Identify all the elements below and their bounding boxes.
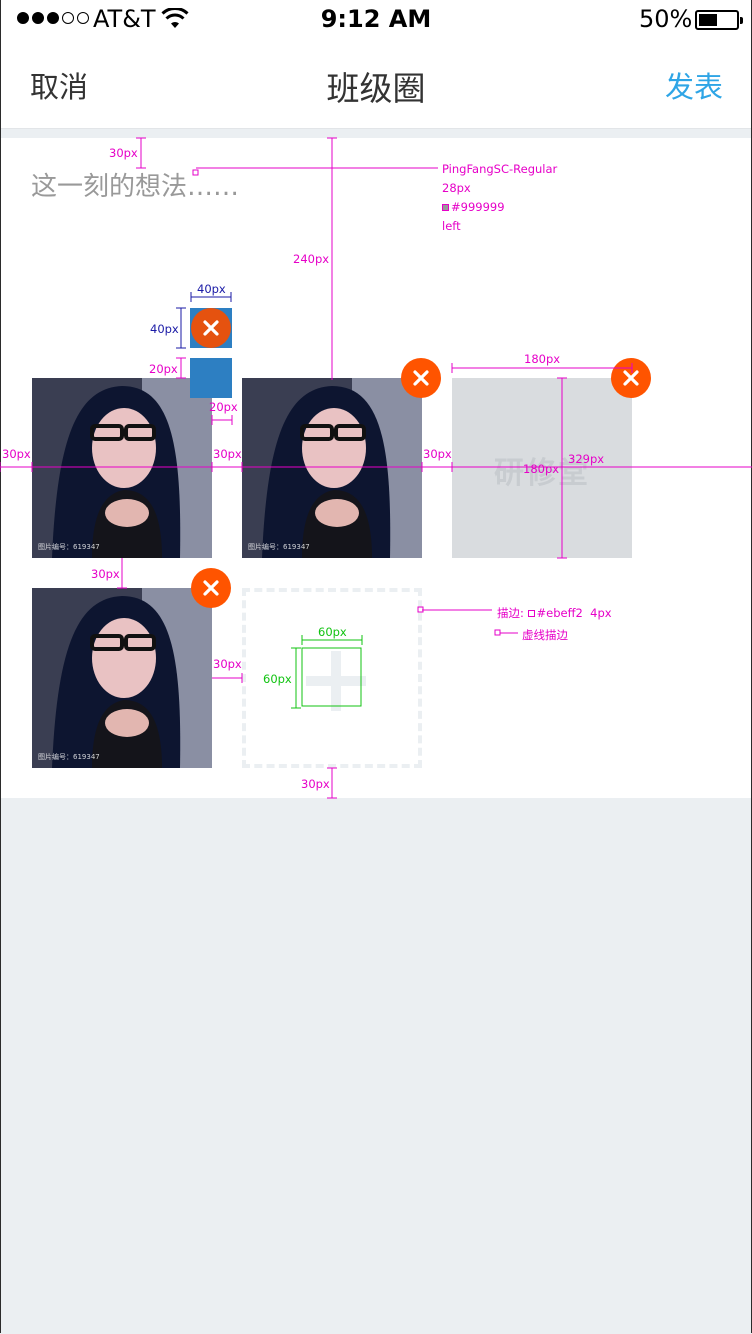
close-icon <box>203 320 219 336</box>
spec-stroke-width: 4px <box>590 606 612 620</box>
spec-stroke: 描边: #ebeff2 4px <box>497 605 612 621</box>
navigation-bar: 取消 班级圈 发表 <box>1 40 751 129</box>
portrait-image <box>32 588 212 768</box>
spec-label: 60px <box>318 625 347 639</box>
spec-label: 30px <box>213 447 242 461</box>
photo-thumbnail[interactable]: 图片编号：619347 <box>32 378 212 558</box>
spec-label: 20px <box>209 400 238 414</box>
portrait-image <box>32 378 212 558</box>
spec-label: 40px <box>150 322 179 336</box>
spec-label: 60px <box>263 672 292 686</box>
spec-label: 30px <box>423 447 452 461</box>
watermark-text: 图片编号：619347 <box>38 753 100 761</box>
status-bar: AT&T 9:12 AM 50% <box>1 0 751 40</box>
watermark-text: 图片编号：619347 <box>38 543 100 551</box>
spec-label: 240px <box>293 252 330 266</box>
publish-button[interactable]: 发表 <box>665 64 723 106</box>
spec-stroke-color: #ebeff2 <box>536 606 583 620</box>
delete-photo-button[interactable] <box>401 358 441 398</box>
post-text-input[interactable]: 这一刻的想法…… <box>31 166 239 203</box>
spec-align: left <box>442 219 461 233</box>
spec-label: 329px <box>568 452 605 466</box>
spec-label: 20px <box>149 362 178 376</box>
close-icon <box>203 580 219 596</box>
watermark-text: 图片编号：619347 <box>248 543 310 551</box>
page-title: 班级圈 <box>326 69 426 108</box>
spec-label: 180px <box>524 352 561 366</box>
spec-font-name: PingFangSC-Regular <box>442 162 558 176</box>
spec-icon-sample <box>190 308 232 348</box>
spec-dashed-note: 虚线描边 <box>522 628 568 642</box>
photo-thumbnail[interactable]: 图片编号：619347 <box>32 588 212 768</box>
delete-photo-button[interactable] <box>611 358 651 398</box>
compose-panel: 这一刻的想法…… 图片编号：619347 图片编号：619347 研修堂 图片编… <box>1 138 751 798</box>
spec-font-color-value: #999999 <box>451 200 505 214</box>
spec-label: 30px <box>109 146 138 160</box>
photo-thumbnail[interactable]: 图片编号：619347 <box>242 378 422 558</box>
spec-label: 30px <box>301 777 330 791</box>
spec-label: 180px <box>523 462 560 476</box>
close-icon <box>623 370 639 386</box>
spec-label: 40px <box>197 282 226 296</box>
portrait-image <box>242 378 422 558</box>
spec-label: 30px <box>91 567 120 581</box>
delete-photo-button[interactable] <box>191 568 231 608</box>
battery-percent: 50% <box>639 5 693 33</box>
spec-label: 30px <box>213 657 242 671</box>
close-icon <box>413 370 429 386</box>
spec-label: 30px <box>2 447 31 461</box>
spec-icon-sample <box>190 358 232 398</box>
spec-font-color: #999999 <box>442 200 505 214</box>
spec-stroke-label: 描边: <box>497 606 524 620</box>
spec-font-size: 28px <box>442 181 471 195</box>
battery-icon <box>695 10 743 30</box>
delete-icon-sample <box>191 308 231 348</box>
plus-icon-vertical <box>331 651 341 711</box>
